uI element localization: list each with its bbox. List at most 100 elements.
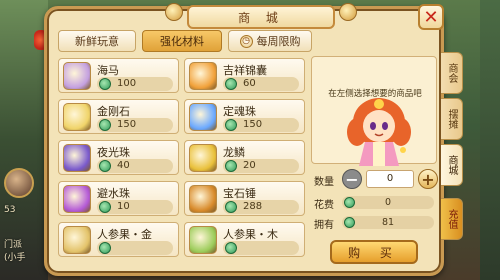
player-avatar[interactable] [4,168,34,198]
item-name: 人参果・金 [97,228,152,241]
shop-item-card[interactable]: 人参果・木 [184,222,305,257]
item-name: 龙鳞 [223,146,245,159]
title-ornament-left-icon [165,3,183,21]
side-tab-label: 摆摊 [446,109,457,129]
item-name: 金刚石 [97,105,130,118]
item-name: 夜光珠 [97,146,130,159]
item-price-value: 60 [243,78,256,89]
shop-item-card[interactable]: 人参果・金 [58,222,179,257]
shop-item-card[interactable]: 吉祥锦囊 60 [184,58,305,93]
page-title: 商 城 [238,10,284,25]
item-price-value: 20 [243,160,256,171]
lucky-bag-icon [189,62,217,90]
shop-item-card[interactable]: 夜光珠 40 [58,140,179,175]
shop-item-card[interactable]: 龙鳞 20 [184,140,305,175]
item-price: 150 [97,118,173,132]
jade-coin-icon [99,201,111,213]
tab-label: 每周限购 [256,35,301,48]
shop-item-card[interactable]: 海马 100 [58,58,179,93]
item-price: 60 [223,77,299,91]
gem-hammer-icon [189,185,217,213]
side-tab-recharge[interactable]: 充值 [441,198,463,240]
jade-coin-icon [344,197,355,208]
side-tab-mall[interactable]: 商城 [441,144,463,186]
night-pearl-icon [63,144,91,172]
jade-coin-icon [99,242,111,254]
minus-icon: − [345,169,359,189]
item-name: 避水珠 [97,187,130,200]
bg-level-text: 53 [4,205,16,215]
jade-coin-icon [99,119,111,131]
item-price: 20 [223,159,299,173]
item-price [223,241,299,255]
plus-icon: + [421,169,435,189]
close-icon: ✕ [423,6,439,28]
soul-pearl-icon [189,103,217,131]
alarm-clock-icon: ◷ [239,34,253,48]
dragon-scale-icon [189,144,217,172]
water-pearl-icon [63,185,91,213]
item-price-value: 150 [117,119,137,130]
shop-item-card[interactable]: 定魂珠 150 [184,99,305,134]
diamond-stone-icon [63,103,91,131]
side-tab-label: 商城 [446,155,457,175]
item-name: 吉祥锦囊 [223,64,267,77]
item-name: 海马 [97,64,119,77]
shop-item-card[interactable]: 宝石锤 288 [184,181,305,216]
side-tab-label: 商会 [446,63,457,83]
item-price: 10 [97,200,173,214]
seahorse-icon [63,62,91,90]
quantity-label: 数量 [314,177,334,188]
title-ornament-right-icon [339,3,357,21]
item-name: 人参果・木 [223,228,278,241]
owned-label: 拥有 [314,220,334,231]
quantity-input[interactable]: 0 [366,170,414,188]
owned-value: 81 [342,216,434,229]
item-price: 40 [97,159,173,173]
tab-label: 新鲜玩意 [75,35,119,48]
jade-coin-icon [225,119,237,131]
item-price-value: 40 [117,160,130,171]
shop-item-card[interactable]: 避水珠 10 [58,181,179,216]
quantity-increase-button[interactable]: + [418,169,438,189]
side-tab-guild[interactable]: 商会 [441,52,463,94]
jade-coin-icon [225,160,237,172]
jade-coin-icon [344,217,355,228]
quantity-decrease-button[interactable]: − [342,169,362,189]
cost-value: 0 [342,196,434,209]
game-background-right [480,0,500,280]
owned-row: 拥有 81 [314,216,436,231]
quantity-row: 数量 − 0 + [314,168,438,190]
tab-weekly-limited[interactable]: ◷ 每周限购 [228,30,312,52]
shopkeeper-girl-icon [347,98,411,166]
item-price-value: 288 [243,201,263,212]
shop-item-card[interactable]: 金刚石 150 [58,99,179,134]
item-price-value: 10 [117,201,130,212]
item-price-value: 100 [117,78,137,89]
buy-button[interactable]: 购 买 [330,240,418,264]
game-background-left: 53 门派 (小手 [0,0,48,280]
bg-chat-text: (小手 [4,253,26,263]
item-price-value: 150 [243,119,263,130]
buy-label: 购 买 [348,245,400,260]
side-tab-label: 充值 [446,209,457,229]
item-name: 定魂珠 [223,105,256,118]
ginseng-fruit-wood-icon [189,226,217,254]
jade-coin-icon [99,160,111,172]
jade-coin-icon [225,242,237,254]
item-price [97,241,173,255]
jade-coin-icon [99,78,111,90]
side-tab-stall[interactable]: 摆摊 [441,98,463,140]
item-price: 288 [223,200,299,214]
jade-coin-icon [225,78,237,90]
item-grid: 海马 100 吉祥锦囊 60 金刚石 150 定魂珠 150 夜光珠 40 龙鳞 20 避水珠 10 宝石锤… [58,58,308,280]
cost-row: 花费 0 [314,196,436,211]
item-name: 宝石锤 [223,187,256,200]
tab-novelties[interactable]: 新鲜玩意 [58,30,136,52]
bg-sect-text: 门派 [4,240,23,250]
cost-label: 花费 [314,200,334,211]
close-button[interactable]: ✕ [418,4,444,30]
tab-enhance-materials[interactable]: 强化材料 [142,30,222,52]
item-price: 150 [223,118,299,132]
ginseng-fruit-gold-icon [63,226,91,254]
